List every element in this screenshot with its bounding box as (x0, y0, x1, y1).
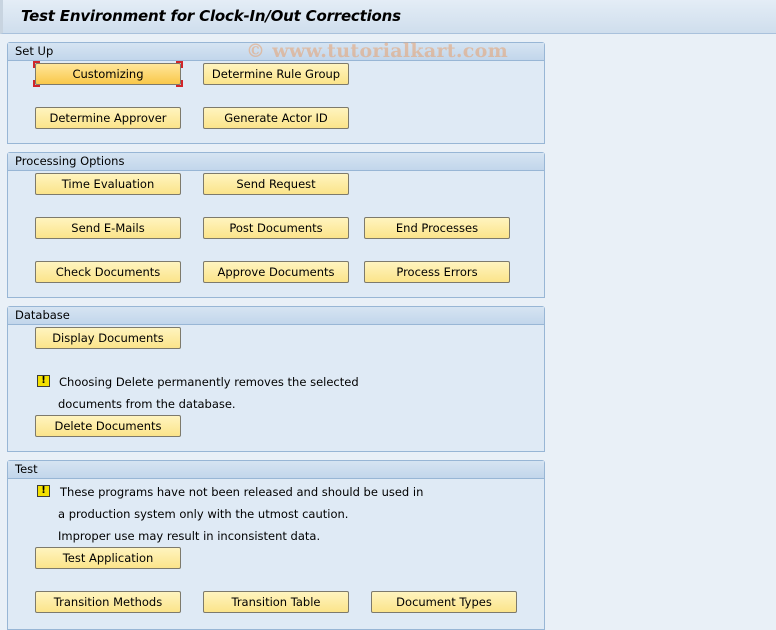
test-warning-line-2: a production system only with the utmost… (58, 507, 349, 521)
send-request-button[interactable]: Send Request (203, 173, 349, 195)
delete-documents-button[interactable]: Delete Documents (35, 415, 181, 437)
generate-actor-id-button[interactable]: Generate Actor ID (203, 107, 349, 129)
document-types-button[interactable]: Document Types (371, 591, 517, 613)
time-evaluation-button[interactable]: Time Evaluation (35, 173, 181, 195)
test-warning-line-3: Improper use may result in inconsistent … (58, 529, 321, 543)
customizing-button[interactable]: Customizing (35, 63, 181, 85)
delete-warning-line-1: Choosing Delete permanently removes the … (59, 375, 359, 389)
process-errors-button[interactable]: Process Errors (364, 261, 510, 283)
delete-warning-line-2: documents from the database. (58, 397, 236, 411)
determine-approver-button[interactable]: Determine Approver (35, 107, 181, 129)
check-documents-button[interactable]: Check Documents (35, 261, 181, 283)
warning-icon: ! (37, 485, 50, 497)
test-application-button[interactable]: Test Application (35, 547, 181, 569)
group-title: Database (8, 307, 544, 325)
transition-methods-button[interactable]: Transition Methods (35, 591, 181, 613)
test-warning-line-1: These programs have not been released an… (60, 485, 424, 499)
end-processes-button[interactable]: End Processes (364, 217, 510, 239)
group-title: Processing Options (8, 153, 544, 171)
display-documents-button[interactable]: Display Documents (35, 327, 181, 349)
post-documents-button[interactable]: Post Documents (203, 217, 349, 239)
determine-rule-group-button[interactable]: Determine Rule Group (203, 63, 349, 85)
transition-table-button[interactable]: Transition Table (203, 591, 349, 613)
page-title: Test Environment for Clock-In/Out Correc… (21, 7, 401, 25)
warning-icon: ! (37, 375, 50, 387)
send-emails-button[interactable]: Send E-Mails (35, 217, 181, 239)
approve-documents-button[interactable]: Approve Documents (203, 261, 349, 283)
title-bar: Test Environment for Clock-In/Out Correc… (0, 0, 776, 34)
group-title: Set Up (8, 43, 544, 61)
group-title: Test (8, 461, 544, 479)
